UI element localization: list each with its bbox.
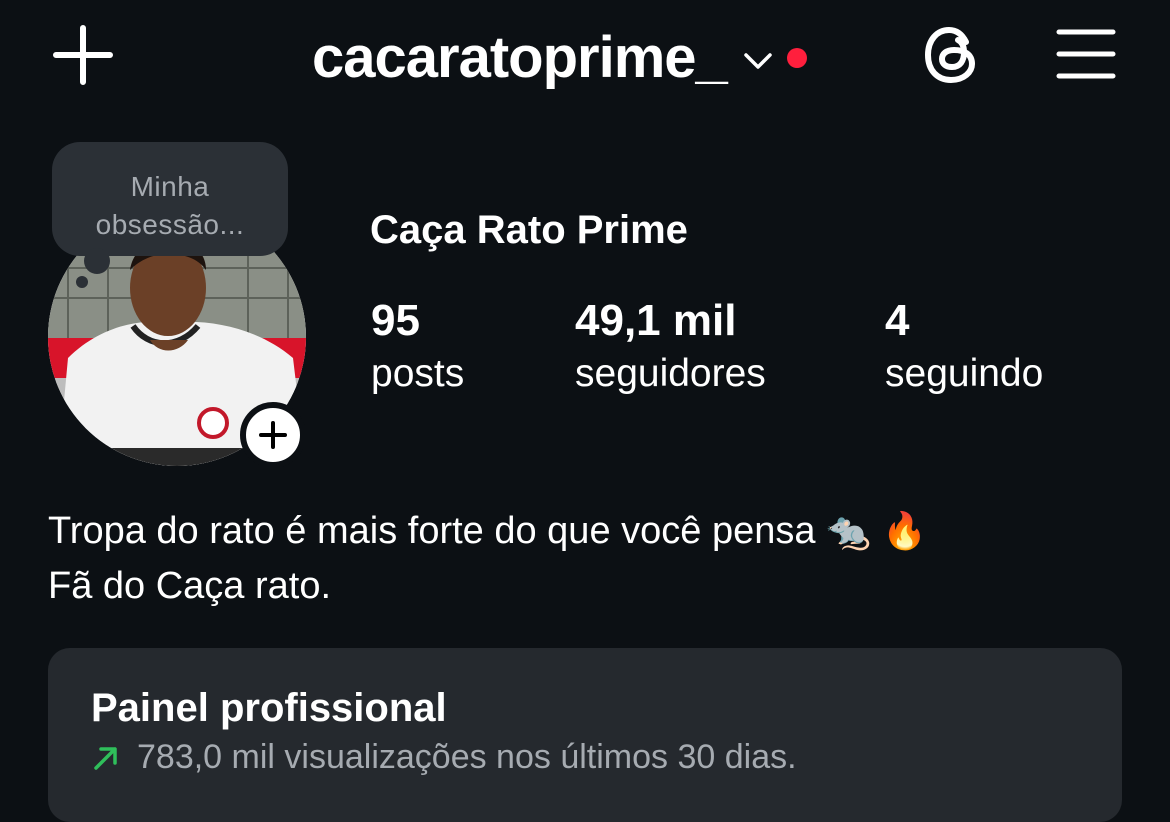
dashboard-title: Painel profissional xyxy=(91,686,447,730)
add-story-button[interactable] xyxy=(240,402,306,468)
create-button[interactable] xyxy=(52,24,114,86)
followers-count[interactable]: 49,1 mil xyxy=(575,296,736,346)
posts-label[interactable]: posts xyxy=(371,352,464,396)
menu-button[interactable] xyxy=(1056,28,1116,80)
trend-up-arrow-icon xyxy=(94,746,117,770)
bio: Tropa do rato é mais forte do que você p… xyxy=(48,504,927,613)
threads-icon xyxy=(924,26,976,84)
note-bubble-tail xyxy=(84,248,110,274)
rat-fire-emoji: 🐀 🔥 xyxy=(826,511,928,552)
posts-count[interactable]: 95 xyxy=(371,296,420,346)
followers-label[interactable]: seguidores xyxy=(575,352,766,396)
username: cacaratoprime_ xyxy=(312,24,728,90)
display-name: Caça Rato Prime xyxy=(370,208,688,252)
notification-dot xyxy=(786,48,807,68)
bio-line-1: Tropa do rato é mais forte do que você p… xyxy=(48,510,928,552)
dashboard-subtitle: 783,0 mil visualizações nos últimos 30 d… xyxy=(91,738,797,777)
following-count[interactable]: 4 xyxy=(885,296,909,346)
threads-button[interactable] xyxy=(922,24,984,86)
plus-icon xyxy=(259,421,287,449)
chevron-down-icon xyxy=(744,53,772,69)
bio-line-2: Fã do Caça rato. xyxy=(48,565,332,607)
note-text: Minha obsessão... xyxy=(95,171,245,240)
note-bubble-tail-small xyxy=(76,276,88,288)
plus-icon xyxy=(53,25,113,85)
account-switcher[interactable]: cacaratoprime_ xyxy=(312,22,807,92)
menu-icon xyxy=(1056,29,1116,79)
professional-dashboard-card[interactable] xyxy=(48,648,1122,822)
following-label[interactable]: seguindo xyxy=(885,352,1043,396)
